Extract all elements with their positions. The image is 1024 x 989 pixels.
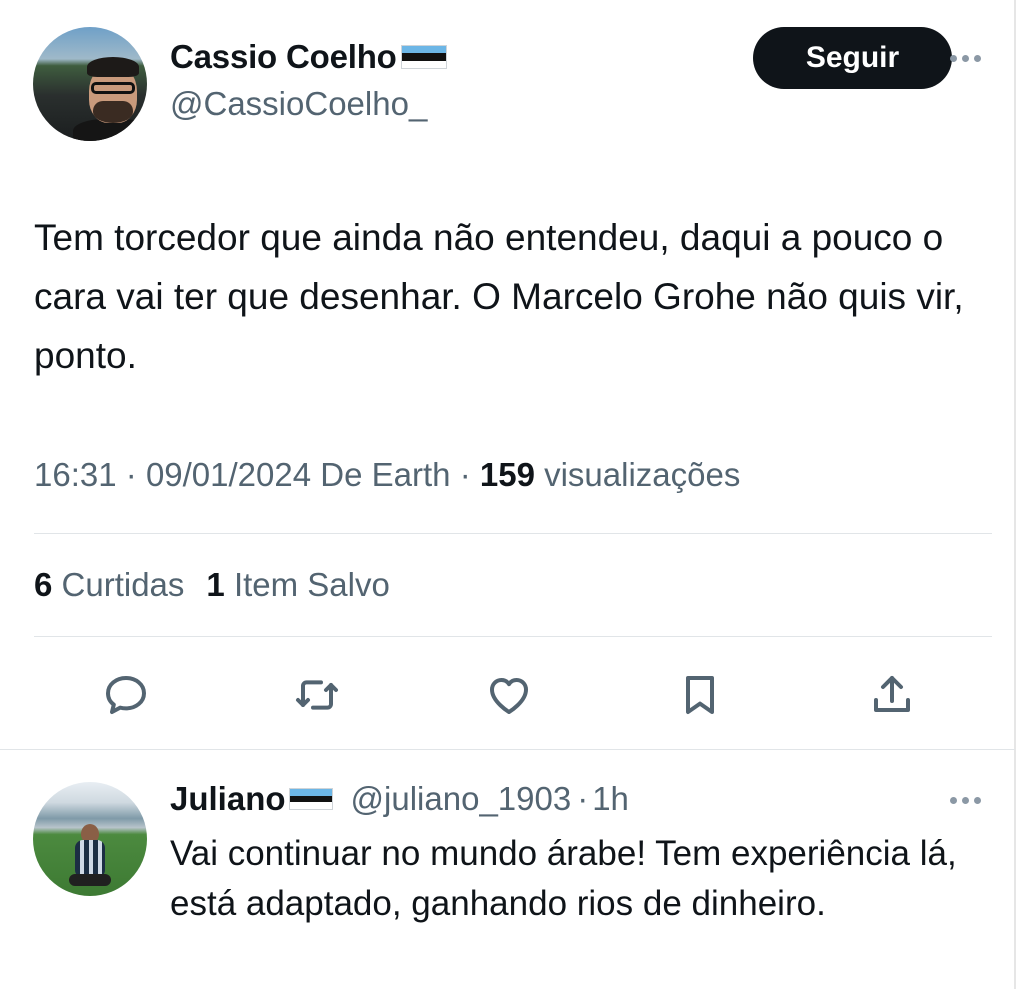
divider: [34, 636, 992, 637]
retweet-button[interactable]: [290, 668, 344, 722]
author-name-row[interactable]: Cassio Coelho: [170, 38, 447, 76]
views-count: 159: [479, 456, 535, 493]
meta-separator: ·: [125, 456, 137, 493]
divider: [34, 533, 992, 534]
likes-stat[interactable]: 6 Curtidas: [34, 566, 184, 603]
flag-emoji-icon: [400, 45, 447, 69]
like-button[interactable]: [482, 668, 536, 722]
bookmarks-stat[interactable]: 1 Item Salvo: [206, 566, 389, 603]
follow-button[interactable]: Seguir: [753, 27, 952, 89]
reply-button[interactable]: [99, 668, 153, 722]
reply-handle[interactable]: @juliano_1903: [351, 780, 572, 818]
reply-text: Vai continuar no mundo árabe! Tem experi…: [170, 834, 957, 923]
tweet-time[interactable]: 16:31: [34, 456, 117, 493]
likes-count: 6: [34, 566, 53, 603]
bookmarks-count: 1: [206, 566, 225, 603]
divider: [0, 749, 1015, 750]
views-label: visualizações: [544, 456, 741, 493]
share-icon: [874, 676, 910, 712]
tweet-detail-page: Cassio Coelho @CassioCoelho_ Seguir Tem …: [0, 0, 1024, 989]
likes-label: Curtidas: [61, 566, 185, 603]
reply-more-options-icon[interactable]: [950, 797, 981, 804]
bookmarks-label: Item Salvo: [233, 566, 390, 603]
scroll-edge: [1014, 0, 1016, 989]
author-avatar[interactable]: [33, 27, 147, 141]
meta-separator: ·: [459, 456, 471, 493]
reply-time[interactable]: 1h: [592, 780, 629, 818]
tweet-meta: 16:31 · 09/01/2024 De Earth · 159 visual…: [34, 456, 740, 494]
reply-author-name[interactable]: Juliano: [170, 780, 286, 818]
bookmark-icon: [686, 676, 714, 714]
more-options-icon[interactable]: [950, 55, 981, 62]
reply-author-avatar[interactable]: [33, 782, 147, 896]
engagement-stats: 6 Curtidas 1 Item Salvo: [34, 566, 390, 604]
bookmark-button[interactable]: [673, 668, 727, 722]
reply-icon: [106, 676, 146, 714]
reply-separator: ·: [577, 780, 589, 817]
author-handle[interactable]: @CassioCoelho_: [170, 85, 427, 123]
author-name[interactable]: Cassio Coelho: [170, 38, 397, 76]
retweet-icon: [296, 680, 338, 710]
like-icon: [490, 678, 528, 714]
share-button[interactable]: [865, 668, 919, 722]
tweet-source: De Earth: [320, 456, 451, 493]
tweet-text: Tem torcedor que ainda não entendeu, daq…: [34, 217, 964, 376]
tweet-date[interactable]: 09/01/2024: [146, 456, 311, 493]
flag-emoji-icon: [288, 788, 333, 810]
reply-header: Juliano @juliano_1903 · 1h: [170, 780, 629, 818]
